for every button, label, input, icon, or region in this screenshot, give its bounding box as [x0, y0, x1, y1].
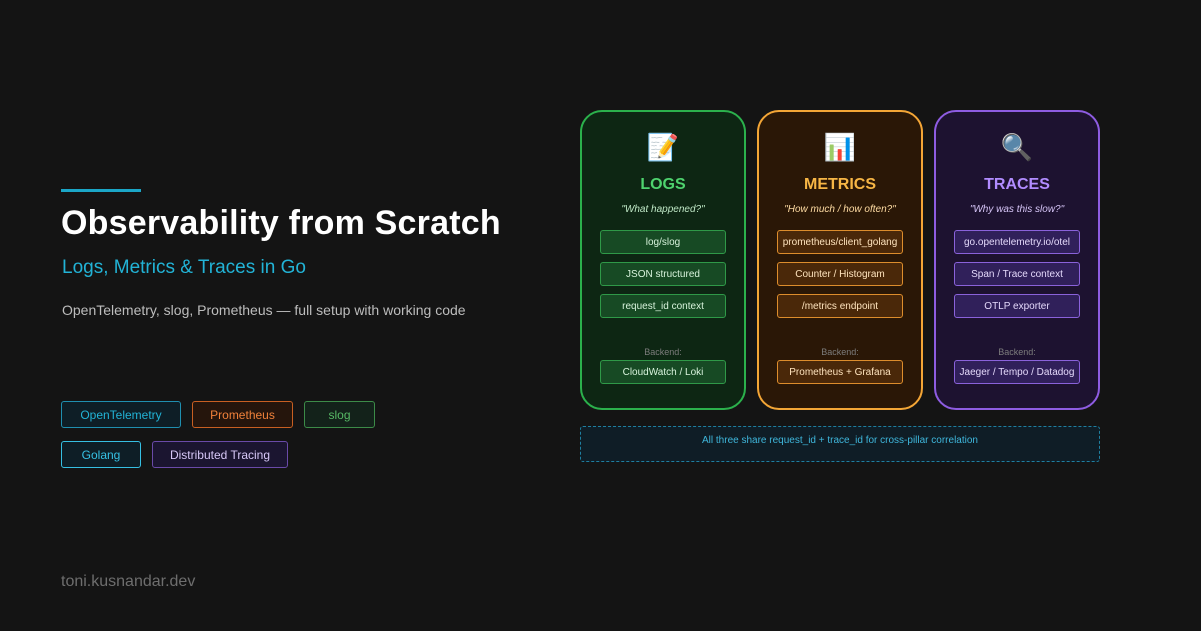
tag-opentelemetry: OpenTelemetry	[61, 401, 181, 428]
backend-item: CloudWatch / Loki	[600, 360, 726, 384]
pillar-item: request_id context	[600, 294, 726, 318]
tag-prometheus: Prometheus	[192, 401, 293, 428]
pillar-item: JSON structured	[600, 262, 726, 286]
pillar-tagline: "Why was this slow?"	[969, 204, 1065, 215]
pillar-title: TRACES	[984, 176, 1050, 193]
page-title: Observability from Scratch	[61, 204, 501, 242]
tag-distributed-tracing: Distributed Tracing	[152, 441, 288, 468]
backend-label: Backend:	[998, 347, 1036, 357]
backend-label: Backend:	[644, 347, 682, 357]
page-subtitle: Logs, Metrics & Traces in Go	[62, 257, 306, 278]
pillar-card-metrics: 📊 METRICS "How much / how often?" promet…	[757, 110, 923, 410]
bar-chart-icon: 📊	[823, 132, 857, 162]
pillar-tagline: "How much / how often?"	[784, 204, 896, 215]
page-description: OpenTelemetry, slog, Prometheus — full s…	[62, 302, 466, 318]
site-domain: toni.kusnandar.dev	[61, 573, 196, 590]
backend-label: Backend:	[821, 347, 859, 357]
accent-line	[61, 189, 141, 192]
pillar-title: METRICS	[804, 176, 876, 193]
pillar-tagline: "What happened?"	[621, 204, 705, 215]
pillar-card-traces: 🔍 TRACES "Why was this slow?" go.opentel…	[934, 110, 1100, 410]
pillar-item: /metrics endpoint	[777, 294, 903, 318]
tag-golang: Golang	[61, 441, 141, 468]
correlation-note: All three share request_id + trace_id fo…	[580, 426, 1100, 462]
magnifier-icon: 🔍	[1000, 132, 1034, 162]
pillar-item: Span / Trace context	[954, 262, 1080, 286]
pillar-item: OTLP exporter	[954, 294, 1080, 318]
pillar-item: Counter / Histogram	[777, 262, 903, 286]
pillar-item: go.opentelemetry.io/otel	[954, 230, 1080, 254]
pillar-card-logs: 📝 LOGS "What happened?" log/slog JSON st…	[580, 110, 746, 410]
pillar-item: log/slog	[600, 230, 726, 254]
tag-slog: slog	[304, 401, 375, 428]
backend-item: Prometheus + Grafana	[777, 360, 903, 384]
memo-icon: 📝	[646, 132, 680, 162]
pillar-item: prometheus/client_golang	[777, 230, 903, 254]
backend-item: Jaeger / Tempo / Datadog	[954, 360, 1080, 384]
correlation-note-text: All three share request_id + trace_id fo…	[702, 434, 978, 446]
pillar-title: LOGS	[640, 176, 686, 193]
